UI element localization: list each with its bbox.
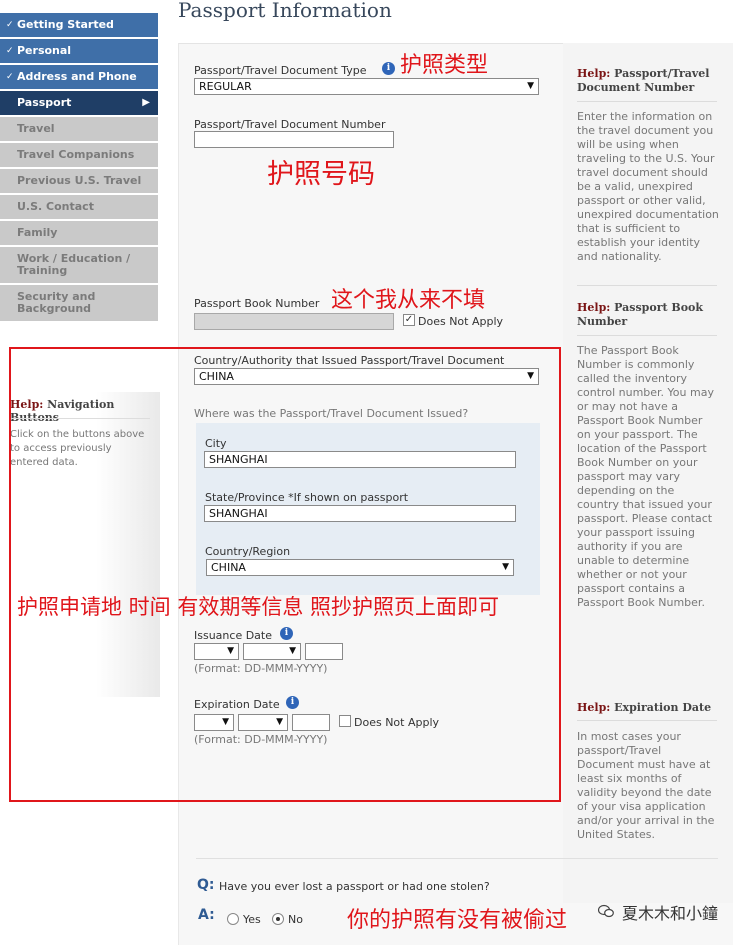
chevron-right-icon: ▶	[142, 97, 150, 108]
nav-label: Travel Companions	[17, 148, 135, 161]
wechat-icon	[598, 904, 614, 918]
book-number-na-label: Does Not Apply	[418, 315, 504, 328]
annotation-issue-info: 护照申请地 时间 有效期等信息 照抄护照页上面即可	[17, 595, 500, 619]
divider	[577, 101, 717, 102]
book-number-label: Passport Book Number	[194, 297, 320, 310]
divider	[577, 335, 717, 336]
nav-item-family: Family	[0, 221, 158, 245]
info-icon[interactable]: i	[382, 62, 395, 75]
nav-item-us-contact: U.S. Contact	[0, 195, 158, 219]
nav-item-previous-us-travel: Previous U.S. Travel	[0, 169, 158, 193]
nav-label: Getting Started	[17, 18, 114, 31]
divider	[577, 285, 717, 286]
nav-label: Work / Education / Training	[17, 252, 131, 277]
annotation-never-fill: 这个我从来不填	[331, 288, 486, 313]
lost-passport-question: Have you ever lost a passport or had one…	[219, 880, 490, 893]
help-title-book: Help: Passport Book Number	[577, 301, 727, 329]
sidebar-nav: ✓ Getting Started ✓ Personal ✓ Address and …	[0, 13, 158, 323]
lost-no-radio[interactable]	[272, 913, 284, 925]
help-body-book: The Passport Book Number is commonly cal…	[577, 344, 714, 609]
nav-label: Address and Phone	[17, 70, 137, 83]
lost-yes-label: Yes	[243, 913, 261, 926]
chevron-down-icon: ▼	[527, 81, 534, 91]
check-icon: ✓	[6, 46, 14, 56]
help-prefix: Help:	[577, 301, 611, 314]
nav-item-travel: Travel	[0, 117, 158, 141]
nav-item-passport[interactable]: Passport ▶	[0, 91, 158, 115]
annotation-highlight-box	[9, 347, 561, 802]
divider	[196, 858, 718, 859]
nav-item-personal[interactable]: ✓ Personal	[0, 39, 158, 63]
nav-label: Personal	[17, 44, 72, 57]
check-icon: ✓	[6, 20, 14, 30]
nav-label: Passport	[17, 96, 72, 109]
divider	[577, 720, 717, 721]
nav-label: Travel	[17, 122, 55, 135]
book-number-input[interactable]	[194, 313, 394, 330]
lost-yes-radio[interactable]	[227, 913, 239, 925]
nav-label: Security and Background	[17, 290, 96, 315]
nav-label: Previous U.S. Travel	[17, 174, 142, 187]
doc-type-label: Passport/Travel Document Type	[194, 64, 367, 77]
doc-number-input[interactable]	[194, 131, 394, 148]
book-number-na-checkbox[interactable]: ✓	[403, 314, 415, 326]
help-title-expiration: Help: Expiration Date	[577, 701, 727, 715]
help-prefix: Help:	[577, 701, 611, 714]
lost-no-label: No	[288, 913, 303, 926]
help-prefix: Help:	[577, 67, 611, 80]
doc-number-label: Passport/Travel Document Number	[194, 118, 386, 131]
nav-label: Family	[17, 226, 58, 239]
annotation-lost-stolen: 你的护照有没有被偷过	[347, 908, 568, 933]
doc-type-value: REGULAR	[199, 80, 252, 93]
nav-item-address-phone[interactable]: ✓ Address and Phone	[0, 65, 158, 89]
answer-prefix: A:	[198, 907, 215, 923]
nav-item-travel-companions: Travel Companions	[0, 143, 158, 167]
nav-item-work-education: Work / Education / Training	[0, 247, 158, 283]
annotation-passport-type: 护照类型	[400, 53, 489, 78]
nav-label: U.S. Contact	[17, 200, 94, 213]
nav-item-getting-started[interactable]: ✓ Getting Started	[0, 13, 158, 37]
nav-item-security-background: Security and Background	[0, 285, 158, 321]
annotation-passport-number: 护照号码	[267, 159, 375, 190]
help-title-text: Expiration Date	[614, 701, 712, 714]
question-prefix: Q:	[197, 877, 215, 893]
help-title-doc: Help: Passport/Travel Document Number	[577, 67, 727, 95]
check-icon: ✓	[6, 72, 14, 82]
help-body-expiration: In most cases your passport/Travel Docum…	[577, 730, 715, 841]
page-title: Passport Information	[178, 0, 392, 22]
help-body-doc: Enter the information on the travel docu…	[577, 110, 719, 263]
watermark-text: 夏木木和小鐘	[622, 904, 719, 923]
doc-type-select[interactable]: REGULAR ▼	[194, 78, 539, 95]
